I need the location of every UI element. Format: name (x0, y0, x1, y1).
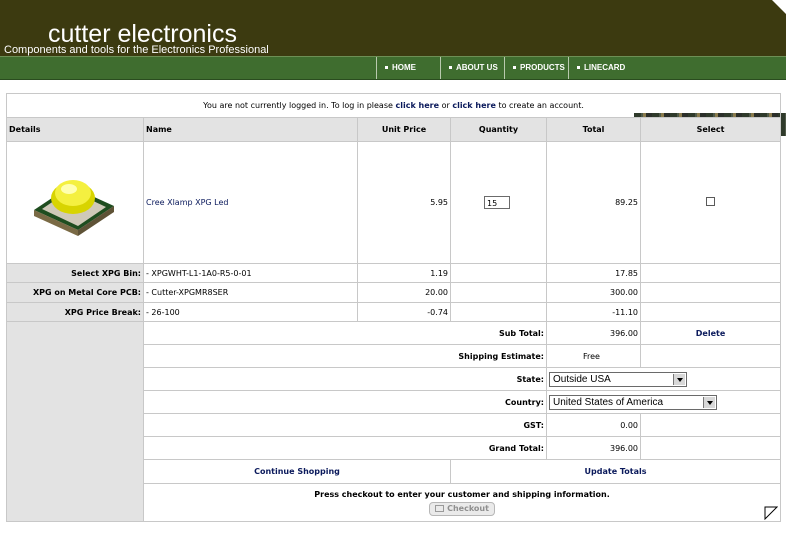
create-account-link[interactable]: click here (452, 101, 496, 110)
checkout-cell: Press checkout to enter your customer an… (142, 483, 782, 522)
product-select-cell (639, 141, 782, 264)
resize-corner-icon[interactable] (764, 506, 778, 520)
product-row: Cree Xlamp XPG Led 5.95 15 89.25 (6, 141, 782, 264)
country-select[interactable]: United States of America (549, 394, 717, 410)
nav-about-label: ABOUT US (456, 63, 498, 72)
table-header-row: Details Name Unit Price Quantity Total S… (6, 117, 782, 142)
option-value: - 26-100 (143, 302, 358, 322)
product-name-link[interactable]: Cree Xlamp XPG Led (146, 198, 228, 207)
chevron-down-icon[interactable] (703, 396, 715, 408)
option-row: Select XPG Bin: - XPGWHT-L1-1A0-R5-0-01 … (6, 263, 782, 283)
gst-value: 0.00 (546, 413, 641, 437)
grand-total-value: 396.00 (546, 436, 641, 460)
product-name-cell: Cree Xlamp XPG Led (143, 141, 358, 264)
col-total: Total (546, 117, 641, 142)
update-totals-link[interactable]: Update Totals (585, 467, 647, 476)
subtotal-value: 396.00 (546, 321, 641, 345)
subtotal-label: Sub Total: (143, 321, 547, 345)
option-row: XPG on Metal Core PCB: - Cutter-XPGMR8SE… (6, 282, 782, 303)
country-label: Country: (143, 390, 547, 414)
grand-total-empty (639, 436, 782, 460)
product-total: 89.25 (546, 141, 641, 264)
bullet-icon (513, 66, 516, 70)
option-unit-price: 1.19 (357, 263, 451, 283)
gst-empty (639, 413, 782, 437)
state-select[interactable]: Outside USA (549, 371, 687, 387)
nav-products[interactable]: PRODUCTS (504, 57, 568, 79)
cart-icon (435, 504, 445, 512)
chevron-down-icon[interactable] (673, 373, 685, 385)
col-name: Name (143, 117, 358, 142)
site-header: cutter electronics Components and tools … (0, 0, 786, 56)
bullet-icon (385, 66, 388, 70)
option-value: - XPGWHT-L1-1A0-R5-0-01 (143, 263, 358, 283)
col-details: Details (6, 117, 144, 142)
state-cell: Outside USA (545, 367, 782, 391)
nav-about-us[interactable]: ABOUT US (440, 57, 504, 79)
shopping-cart-table: You are not currently logged in. To log … (5, 93, 782, 522)
led-product-image (34, 180, 114, 236)
bullet-icon (577, 66, 580, 70)
login-notice-row: You are not currently logged in. To log … (5, 93, 782, 118)
product-quantity-cell: 15 (450, 141, 547, 264)
state-select-value: Outside USA (553, 373, 611, 385)
country-select-value: United States of America (553, 396, 664, 408)
nav-linecard[interactable]: LINECARD (568, 57, 634, 79)
product-unit-price: 5.95 (357, 141, 451, 264)
option-label: XPG on Metal Core PCB: (6, 282, 144, 303)
delete-link[interactable]: Delete (696, 329, 725, 338)
login-notice: You are not currently logged in. To log … (5, 93, 782, 118)
col-select: Select (639, 117, 782, 142)
option-qty-empty (450, 282, 547, 303)
checkout-button[interactable]: Checkout (429, 501, 495, 516)
option-row: XPG Price Break: - 26-100 -0.74 -11.10 (6, 302, 782, 322)
shipping-label: Shipping Estimate: (143, 344, 547, 368)
shipping-empty (639, 344, 782, 368)
country-cell: United States of America (545, 390, 782, 414)
option-select-empty (639, 263, 782, 283)
option-unit-price: -0.74 (357, 302, 451, 322)
select-checkbox[interactable] (706, 197, 716, 206)
grand-total-label: Grand Total: (143, 436, 547, 460)
header-fold (772, 0, 786, 14)
nav-products-label: PRODUCTS (520, 63, 565, 72)
option-total: 17.85 (546, 263, 641, 283)
nav-home-label: HOME (392, 63, 416, 72)
option-total: -11.10 (546, 302, 641, 322)
quantity-input[interactable]: 15 (484, 196, 510, 209)
option-select-empty (639, 302, 782, 322)
option-total: 300.00 (546, 282, 641, 303)
nav-linecard-label: LINECARD (584, 63, 626, 72)
left-grey-column (6, 321, 144, 522)
continue-shopping-link[interactable]: Continue Shopping (254, 467, 340, 476)
bullet-icon (449, 66, 452, 70)
checkout-label: Checkout (447, 503, 489, 513)
option-value: - Cutter-XPGMR8SER (143, 282, 358, 303)
checkout-note: Press checkout to enter your customer an… (314, 489, 610, 499)
option-qty-empty (450, 263, 547, 283)
login-middle: or (439, 101, 453, 110)
col-unit-price: Unit Price (357, 117, 451, 142)
option-qty-empty (450, 302, 547, 322)
state-label: State: (143, 367, 547, 391)
shipping-value: Free (546, 344, 641, 368)
gst-label: GST: (143, 413, 547, 437)
option-select-empty (639, 282, 782, 303)
nav-home[interactable]: HOME (376, 57, 440, 79)
col-quantity: Quantity (450, 117, 547, 142)
login-suffix: to create an account. (495, 101, 584, 110)
subtotal-row: Sub Total: 396.00 Delete (6, 321, 782, 522)
option-label: XPG Price Break: (6, 302, 144, 322)
login-prefix: You are not currently logged in. To log … (203, 101, 396, 110)
option-label: Select XPG Bin: (6, 263, 144, 283)
login-link[interactable]: click here (395, 101, 439, 110)
main-nav: HOME ABOUT US PRODUCTS LINECARD (0, 56, 786, 136)
option-unit-price: 20.00 (357, 282, 451, 303)
